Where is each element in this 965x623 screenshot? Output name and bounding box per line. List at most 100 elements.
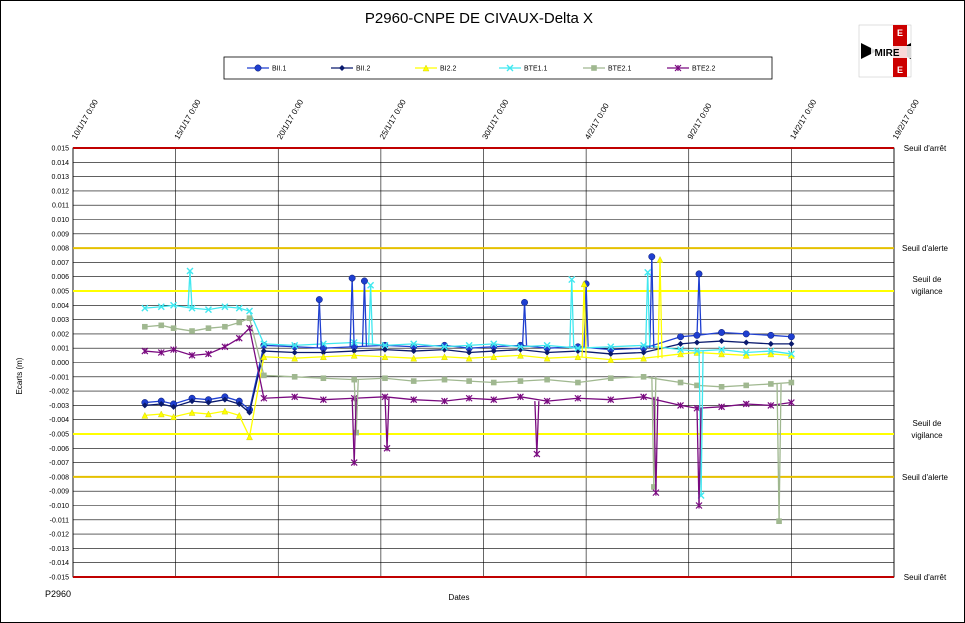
chart-legend: BII.1 BII.2 BI2.2 BTE1.1 BTE2.1 BTE2.2 xyxy=(223,56,773,80)
threshold-label: Seuil d'alerte xyxy=(902,473,949,482)
y-tick-label: 0.007 xyxy=(51,260,69,267)
spike-point xyxy=(315,296,323,304)
spike-point xyxy=(361,277,368,285)
data-point xyxy=(743,382,750,389)
legend-label: BTE1.1 xyxy=(524,66,547,73)
y-tick-label: 0.008 xyxy=(51,246,69,253)
spike-point xyxy=(353,429,360,436)
y-axis-label: Ecarts (m) xyxy=(15,357,24,394)
data-point xyxy=(607,375,614,382)
x-tick-label: 25/1/17 0:00 xyxy=(378,97,408,141)
data-point xyxy=(787,333,795,341)
y-tick-label: 0.004 xyxy=(51,303,69,310)
y-tick-label: -0.011 xyxy=(50,517,69,524)
data-point xyxy=(189,328,195,334)
y-tick-label: -0.007 xyxy=(49,460,69,467)
data-point xyxy=(490,379,497,386)
y-tick-label: -0.008 xyxy=(49,474,69,481)
y-tick-label: 0.012 xyxy=(51,188,69,195)
x-tick-label: 30/1/17 0:00 xyxy=(480,97,510,141)
y-tick-label: 0.015 xyxy=(51,146,69,153)
data-point xyxy=(718,384,725,390)
y-tick-label: 0.013 xyxy=(51,174,69,181)
data-point xyxy=(517,378,524,384)
y-tick-label: 0.003 xyxy=(51,317,69,324)
threshold-label: Seuil d'arrêt xyxy=(904,144,947,153)
x-tick-label: 4/2/17 0:00 xyxy=(583,101,611,141)
spike-point xyxy=(348,274,356,282)
legend-marker xyxy=(254,64,262,72)
data-point xyxy=(222,323,228,330)
data-point xyxy=(677,379,684,386)
y-tick-label: -0.002 xyxy=(49,389,69,396)
logo-letter: E xyxy=(897,65,903,75)
footer-label: P2960 xyxy=(45,589,71,599)
y-tick-label: -0.013 xyxy=(49,546,69,553)
chart-frame: P2960-CNPE DE CIVAUX-Delta X E E MIRE BI… xyxy=(0,0,965,623)
data-point xyxy=(158,322,165,329)
data-point xyxy=(788,379,795,386)
logo-letter: E xyxy=(897,28,903,38)
y-tick-label: -0.012 xyxy=(49,532,69,539)
threshold-label: Seuil de xyxy=(913,275,942,284)
data-point xyxy=(236,319,243,326)
threshold-label: Seuil de xyxy=(913,419,942,428)
legend-label: BII.2 xyxy=(356,66,371,73)
y-tick-label: 0.009 xyxy=(51,231,69,238)
y-tick-label: -0.014 xyxy=(49,560,69,567)
data-point xyxy=(261,372,267,379)
x-tick-label: 14/2/17 0:00 xyxy=(788,97,818,141)
data-point xyxy=(767,331,775,339)
x-tick-label: 9/2/17 0:00 xyxy=(686,101,714,141)
data-point xyxy=(575,379,581,386)
spike-point xyxy=(776,518,782,525)
data-point xyxy=(466,378,472,384)
data-point xyxy=(320,375,327,382)
logo-text: MIRE xyxy=(875,48,900,59)
y-tick-label: 0.014 xyxy=(51,160,69,167)
y-tick-label: 0.001 xyxy=(51,346,69,353)
x-tick-label: 15/1/17 0:00 xyxy=(173,97,203,141)
y-tick-label: 0.010 xyxy=(51,217,69,224)
y-tick-label: 0.005 xyxy=(51,289,69,296)
y-tick-label: -0.003 xyxy=(49,403,69,410)
grid xyxy=(72,147,895,578)
x-axis-ticks: 10/1/17 0:00 15/1/17 0:00 20/1/17 0:00 25/1… xyxy=(70,97,921,141)
x-axis-label: Dates xyxy=(449,593,470,602)
data-point xyxy=(768,381,774,387)
spike-point xyxy=(521,298,528,306)
legend-label: BTE2.1 xyxy=(608,66,631,73)
data-point xyxy=(410,378,417,384)
data-point xyxy=(544,376,550,383)
data-point xyxy=(291,374,298,380)
threshold-label: vigilance xyxy=(911,431,943,440)
y-axis-ticks: 0.015 0.014 0.013 0.012 0.011 0.010 0.009 0.008… xyxy=(49,146,69,582)
legend-marker xyxy=(591,65,597,71)
data-point xyxy=(246,315,253,321)
data-point xyxy=(142,323,148,330)
data-point xyxy=(640,374,647,380)
legend-label: BTE2.2 xyxy=(692,66,715,73)
data-point xyxy=(382,375,388,382)
y-tick-label: -0.015 xyxy=(49,575,69,582)
y-tick-label: -0.010 xyxy=(49,503,69,510)
y-tick-label: -0.004 xyxy=(49,417,69,424)
data-point xyxy=(441,376,448,383)
data-point xyxy=(170,325,177,331)
mire-logo: E E MIRE xyxy=(858,24,912,78)
x-tick-label: 19/2/17 0:00 xyxy=(891,97,921,141)
y-tick-label: 0.000 xyxy=(51,360,69,367)
y-tick-label: -0.005 xyxy=(49,432,69,439)
threshold-label: vigilance xyxy=(911,287,943,296)
y-tick-label: 0.011 xyxy=(52,203,69,210)
data-point xyxy=(677,333,684,341)
y-tick-label: 0.002 xyxy=(51,331,69,338)
legend-label: BII.1 xyxy=(272,66,287,73)
threshold-label: Seuil d'arrêt xyxy=(904,573,947,582)
x-tick-label: 20/1/17 0:00 xyxy=(275,97,305,141)
y-tick-label: -0.001 xyxy=(49,374,69,381)
x-tick-label: 10/1/17 0:00 xyxy=(70,97,100,141)
data-point xyxy=(718,329,726,336)
y-tick-label: -0.009 xyxy=(49,489,69,496)
threshold-label: Seuil d'alerte xyxy=(902,244,949,253)
